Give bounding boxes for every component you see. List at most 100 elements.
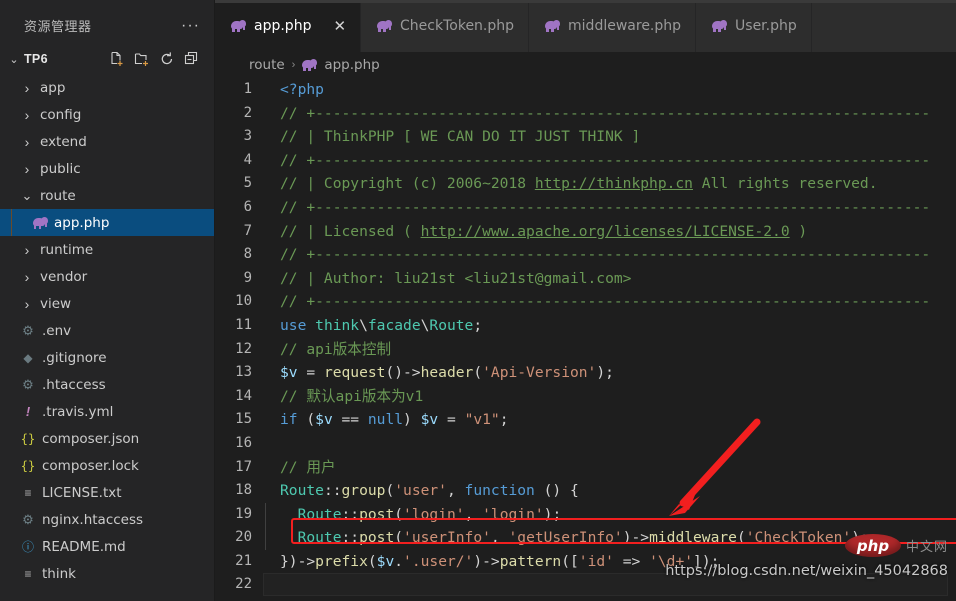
braces-icon: {} — [18, 459, 38, 473]
file-tree-item-label: nginx.htaccess — [42, 511, 144, 528]
line-number: 10 — [235, 293, 252, 310]
file-tree-item-composer-json[interactable]: {} composer.json — [0, 425, 214, 452]
lines-icon: ≡ — [24, 485, 32, 500]
code-line-text[interactable]: // +------------------------------------… — [265, 102, 956, 126]
code-line-text[interactable]: <?php — [265, 78, 956, 102]
chevron-down-icon[interactable]: ⌄ — [18, 188, 36, 204]
file-tree-item-route[interactable]: ⌄ route — [0, 182, 214, 209]
code-line[interactable]: 19 Route::post('login', 'login'); — [215, 502, 956, 527]
indent-guide — [11, 209, 12, 236]
tab-checktoken-php[interactable]: CheckToken.php — [361, 0, 530, 52]
file-tree-item-extend[interactable]: › extend — [0, 128, 214, 155]
file-tree-item-nginx-htaccess[interactable]: ⚙ nginx.htaccess — [0, 506, 214, 533]
chevron-right-icon[interactable]: › — [18, 296, 36, 312]
collapse-all-icon[interactable] — [184, 51, 200, 67]
code-line[interactable]: 13 $v = request()->header('Api-Version'); — [215, 361, 956, 385]
file-tree-item-view[interactable]: › view — [0, 290, 214, 317]
code-line-text[interactable]: // +------------------------------------… — [265, 243, 956, 267]
code-line-text[interactable]: // api版本控制 — [265, 338, 956, 362]
exclaim-icon: ! — [18, 404, 38, 419]
file-tree-item--gitignore[interactable]: ◆ .gitignore — [0, 344, 214, 371]
tab-middleware-php[interactable]: middleware.php — [529, 0, 697, 52]
breadcrumb-folder[interactable]: route — [249, 57, 285, 73]
explorer-title: 资源管理器 — [24, 20, 92, 35]
code-line-text[interactable]: use think\facade\Route; — [265, 314, 956, 338]
file-tree-item-config[interactable]: › config — [0, 101, 214, 128]
file-tree-item-app[interactable]: › app — [0, 74, 214, 101]
chevron-right-icon[interactable]: › — [18, 134, 36, 150]
code-line[interactable]: 12 // api版本控制 — [215, 338, 956, 362]
tab-user-php[interactable]: User.php — [696, 0, 812, 52]
file-tree-item--htaccess[interactable]: ⚙ .htaccess — [0, 371, 214, 398]
file-tree-item-readme-md[interactable]: ⓘ README.md — [0, 533, 214, 560]
code-line-text[interactable]: // +------------------------------------… — [265, 149, 956, 173]
code-line-text[interactable]: // +------------------------------------… — [265, 290, 956, 314]
refresh-icon[interactable] — [159, 51, 175, 67]
code-line-text[interactable]: if ($v == null) $v = "v1"; — [265, 408, 956, 432]
file-tree-item-runtime[interactable]: › runtime — [0, 236, 214, 263]
explorer-root-row[interactable]: ⌄ TP6 — [0, 46, 214, 72]
chevron-right-icon[interactable]: › — [18, 161, 36, 177]
file-tree-item--env[interactable]: ⚙ .env — [0, 317, 214, 344]
chevron-right-icon[interactable]: › — [18, 269, 36, 285]
code-line[interactable]: 18 Route::group('user', function () { — [215, 479, 956, 503]
code-line-text[interactable]: // 用户 — [265, 456, 956, 480]
line-number: 9 — [243, 269, 252, 286]
chevron-down-icon[interactable]: ⌄ — [6, 53, 22, 66]
new-folder-icon[interactable] — [134, 51, 150, 67]
code-line[interactable]: 14 // 默认api版本为v1 — [215, 385, 956, 409]
file-tree-item-label: app.php — [54, 214, 110, 231]
file-tree-item-vendor[interactable]: › vendor — [0, 263, 214, 290]
chevron-right-icon[interactable]: › — [18, 242, 36, 258]
chevron-right-icon[interactable]: › — [18, 80, 36, 96]
code-line[interactable]: 9 // | Author: liu21st <liu21st@gmail.com… — [215, 267, 956, 291]
tab-label: app.php — [254, 18, 312, 34]
code-line[interactable]: 10 // +----------------------------------… — [215, 290, 956, 314]
tab-label: CheckToken.php — [400, 18, 515, 34]
code-line-text[interactable]: Route::post('login', 'login'); — [265, 502, 956, 527]
breadcrumb-file[interactable]: app.php — [324, 57, 379, 73]
code-line[interactable]: 2 // +-----------------------------------… — [215, 102, 956, 126]
code-line[interactable]: 1 <?php — [215, 78, 956, 102]
line-number: 18 — [235, 482, 252, 499]
csdn-watermark-url: https://blog.csdn.net/weixin_45042868 — [665, 563, 948, 579]
code-line[interactable]: 11 use think\facade\Route; — [215, 314, 956, 338]
code-line[interactable]: 7 // | Licensed ( http://www.apache.org/l… — [215, 220, 956, 244]
chevron-right-icon[interactable]: › — [18, 107, 36, 123]
file-tree-item-think[interactable]: ≡ think — [0, 560, 214, 587]
file-tree-item-public[interactable]: › public — [0, 155, 214, 182]
code-line-text[interactable]: // | Copyright (c) 2006~2018 http://thin… — [265, 172, 956, 196]
code-line-text[interactable]: $v = request()->header('Api-Version'); — [265, 361, 956, 385]
line-number: 4 — [243, 151, 252, 168]
code-line-text[interactable]: // +------------------------------------… — [265, 196, 956, 220]
code-line-text[interactable]: // 默认api版本为v1 — [265, 385, 956, 409]
tab-app-php[interactable]: app.php ✕ — [215, 0, 362, 52]
code-line-text[interactable]: // | ThinkPHP [ WE CAN DO IT JUST THINK … — [265, 125, 956, 149]
indent-guide — [265, 502, 266, 527]
file-tree-item-app-php[interactable]: app.php — [0, 209, 214, 236]
code-line[interactable]: 17 // 用户 — [215, 456, 956, 480]
code-line[interactable]: 5 // | Copyright (c) 2006~2018 http://thi… — [215, 172, 956, 196]
code-line[interactable]: 6 // +-----------------------------------… — [215, 196, 956, 220]
code-line-text[interactable] — [265, 432, 956, 456]
code-line[interactable]: 4 // +-----------------------------------… — [215, 149, 956, 173]
file-tree-item-license-txt[interactable]: ≡ LICENSE.txt — [0, 479, 214, 506]
code-line-text[interactable]: // | Licensed ( http://www.apache.org/li… — [265, 220, 956, 244]
code-line[interactable]: 3 // | ThinkPHP [ WE CAN DO IT JUST THINK… — [215, 125, 956, 149]
new-file-icon[interactable] — [109, 51, 125, 67]
line-number: 8 — [243, 246, 252, 263]
code-editor[interactable]: 1 <?php 2 // +-----------------------------… — [215, 78, 956, 601]
file-tree-item--travis-yml[interactable]: ! .travis.yml — [0, 398, 214, 425]
gear-icon: ⚙ — [18, 377, 38, 393]
code-line[interactable]: 16 — [215, 432, 956, 456]
file-tree-item-composer-lock[interactable]: {} composer.lock — [0, 452, 214, 479]
file-tree-item-label: app — [40, 79, 66, 96]
code-line[interactable]: 15 if ($v == null) $v = "v1"; — [215, 408, 956, 432]
code-line-text[interactable]: // | Author: liu21st <liu21st@gmail.com> — [265, 267, 956, 291]
code-content[interactable]: 1 <?php 2 // +-----------------------------… — [215, 78, 956, 597]
explorer-more-icon[interactable]: ··· — [181, 17, 200, 33]
close-icon[interactable]: ✕ — [333, 19, 346, 34]
code-line-text[interactable]: Route::group('user', function () { — [265, 479, 956, 503]
code-line[interactable]: 8 // +-----------------------------------… — [215, 243, 956, 267]
line-number: 7 — [243, 222, 252, 239]
